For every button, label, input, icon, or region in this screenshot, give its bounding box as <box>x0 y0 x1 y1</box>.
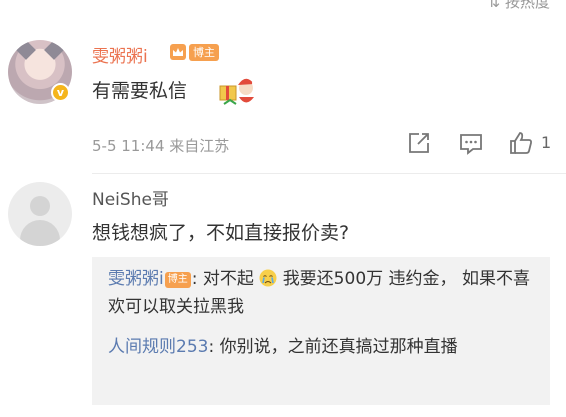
default-avatar-head <box>30 196 50 216</box>
blogger-badge: 博主 <box>164 272 191 288</box>
like-count: 1 <box>541 133 552 152</box>
replies-panel: 雯粥粥i 博主: 对不起 我要还500万 违约金， 如果不喜欢可以取关拉黑我 人间… <box>92 257 550 405</box>
reply-item: 雯粥粥i 博主: 对不起 我要还500万 违约金， 如果不喜欢可以取关拉黑我 <box>108 265 538 321</box>
reply-username[interactable]: 雯粥粥i <box>108 269 164 289</box>
sticker-icon <box>219 78 256 105</box>
default-avatar-body <box>20 220 60 246</box>
sort-label: 按热度 <box>504 0 550 11</box>
comment-location: 来自江苏 <box>169 137 230 155</box>
reply-item: 人间规则253: 你别说，之前还真搞过那种直播 <box>108 333 538 361</box>
reply-username[interactable]: 人间规则253 <box>108 337 208 357</box>
like-icon[interactable] <box>508 130 534 156</box>
avatar[interactable] <box>8 182 72 246</box>
share-icon[interactable] <box>406 130 432 156</box>
comment-divider <box>92 173 566 174</box>
cry-emoji-icon <box>259 269 277 287</box>
reply-text-before: 对不起 <box>202 269 254 289</box>
comment-icon[interactable] <box>458 130 484 156</box>
blogger-badge: 博主 <box>189 44 219 61</box>
sort-by-hot-link[interactable]: ⇅ 按热度 <box>488 0 550 12</box>
crown-icon <box>170 44 186 60</box>
comment-meta: 5-5 11:44 来自江苏 <box>92 135 229 156</box>
comment-text: 有需要私信 <box>92 80 188 102</box>
comment-text: 想钱想疯了，不如直接报价卖? <box>92 222 350 244</box>
reply-text: 你别说，之前还真搞过那种直播 <box>219 337 458 357</box>
reply-colon: : <box>191 269 198 289</box>
reply-colon: : <box>208 337 215 357</box>
comment-username[interactable]: 雯粥粥i <box>92 42 148 67</box>
cat-ear-decoration <box>44 40 64 60</box>
cat-ear-decoration <box>16 40 36 60</box>
comment-username[interactable]: NeiShe哥 <box>92 185 169 210</box>
comment-time: 5-5 11:44 <box>92 137 165 155</box>
verified-badge-icon: v <box>51 83 70 102</box>
